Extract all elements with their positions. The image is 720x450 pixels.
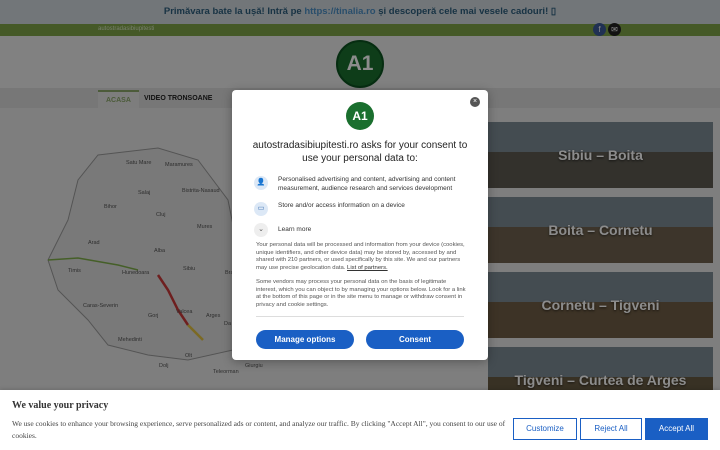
consent-dialog: × A1 autostradasibiupitesti.ro asks for … xyxy=(232,90,488,360)
privacy-text: We use cookies to enhance your browsing … xyxy=(12,419,506,440)
partners-link[interactable]: List of partners. xyxy=(347,265,388,271)
close-icon[interactable]: × xyxy=(470,97,480,107)
person-icon: 👤 xyxy=(254,176,268,190)
dialog-body-1: Your personal data will be processed and… xyxy=(256,242,466,272)
purpose-text: Personalised advertising and content, ad… xyxy=(278,176,456,192)
dialog-divider xyxy=(256,316,464,317)
manage-options-button[interactable]: Manage options xyxy=(256,330,354,349)
reject-all-button[interactable]: Reject All xyxy=(580,418,642,440)
dialog-body-2: Some vendors may process your personal d… xyxy=(256,279,466,308)
purpose-text: Store and/or access information on a dev… xyxy=(278,202,405,209)
device-icon: ▭ xyxy=(254,202,268,216)
customize-button[interactable]: Customize xyxy=(513,418,577,440)
dialog-logo: A1 xyxy=(346,102,374,130)
learn-more-label: Learn more xyxy=(278,226,312,233)
dialog-title: autostradasibiupitesti.ro asks for your … xyxy=(252,140,468,164)
privacy-title: We value your privacy xyxy=(12,400,109,411)
consent-button[interactable]: Consent xyxy=(366,330,464,349)
chevron-down-icon: ⌄ xyxy=(254,223,268,237)
accept-all-button[interactable]: Accept All xyxy=(645,418,708,440)
